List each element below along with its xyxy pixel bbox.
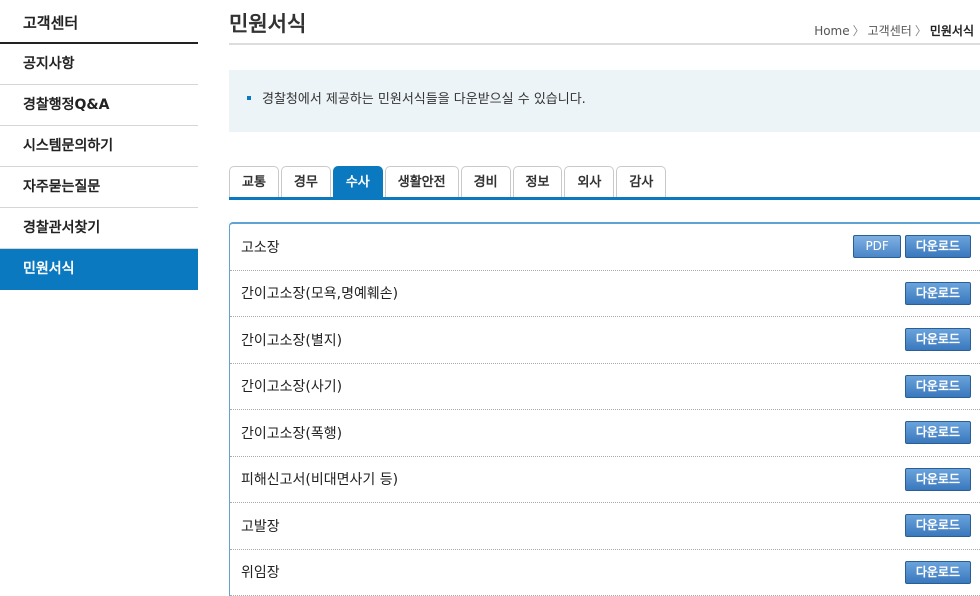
download-button[interactable]: 다운로드	[904, 560, 971, 584]
download-button[interactable]: 다운로드	[904, 374, 971, 398]
form-actions: 다운로드	[901, 374, 971, 398]
tab-public-safety[interactable]: 생활안전	[384, 166, 459, 198]
sidebar-item-notice[interactable]: 공지사항	[0, 44, 198, 85]
breadcrumb: Home 〉 고객센터 〉 민원서식	[814, 22, 974, 39]
sidebar: 고객센터 공지사항 경찰행정Q&A 시스템문의하기 자주묻는질문 경찰관서찾기 …	[0, 0, 198, 290]
breadcrumb-current: 민원서식	[929, 24, 974, 38]
form-title: 간이고소장(모욕,명예훼손)	[241, 286, 399, 303]
download-button[interactable]: 다운로드	[904, 328, 971, 352]
form-actions: 다운로드	[901, 421, 971, 445]
tab-audit[interactable]: 감사	[616, 166, 667, 198]
sidebar-item-faq[interactable]: 자주묻는질문	[0, 167, 198, 208]
list-item: 피해신고서(비대면사기 등) 다운로드	[230, 457, 980, 503]
form-actions: 다운로드	[901, 560, 971, 584]
breadcrumb-home[interactable]: Home	[814, 24, 849, 38]
form-title: 고소장	[241, 239, 280, 256]
list-item: 간이고소장(폭행) 다운로드	[230, 410, 980, 457]
bullet-icon	[247, 95, 251, 100]
form-actions: 다운로드	[901, 467, 971, 491]
download-button[interactable]: 다운로드	[904, 514, 971, 538]
tab-foreign-affairs[interactable]: 외사	[564, 166, 615, 198]
download-button[interactable]: 다운로드	[904, 421, 971, 445]
info-text: 경찰청에서 제공하는 민원서식들을 다운받으실 수 있습니다.	[262, 92, 586, 107]
tab-traffic[interactable]: 교통	[229, 166, 279, 198]
sidebar-item-find-station[interactable]: 경찰관서찾기	[0, 208, 198, 249]
breadcrumb-separator-icon: 〉	[914, 24, 927, 38]
form-actions: 다운로드	[901, 514, 971, 538]
form-title: 간이고소장(폭행)	[241, 425, 343, 442]
tab-police-affairs[interactable]: 경무	[280, 166, 331, 198]
list-item: 고발장 다운로드	[230, 503, 980, 550]
tab-investigation[interactable]: 수사	[332, 166, 383, 198]
form-title: 위임장	[241, 565, 280, 582]
form-title: 피해신고서(비대면사기 등)	[241, 472, 399, 489]
page-title: 민원서식	[229, 12, 307, 36]
tab-security[interactable]: 경비	[460, 166, 511, 198]
list-item: 간이고소장(사기) 다운로드	[230, 364, 980, 410]
list-item: 간이고소장(별지) 다운로드	[230, 317, 980, 364]
sidebar-item-civil-forms[interactable]: 민원서식	[0, 249, 198, 290]
list-item: 위임장 다운로드	[230, 550, 980, 596]
form-title: 간이고소장(사기)	[241, 379, 343, 396]
download-button[interactable]: 다운로드	[904, 235, 971, 259]
form-title: 고발장	[241, 518, 280, 535]
info-box: 경찰청에서 제공하는 민원서식들을 다운받으실 수 있습니다.	[229, 70, 980, 132]
sidebar-item-qna[interactable]: 경찰행정Q&A	[0, 85, 198, 126]
tab-intelligence[interactable]: 정보	[512, 166, 563, 198]
list-item: 고소장 PDF 다운로드	[230, 224, 980, 271]
breadcrumb-customer-center[interactable]: 고객센터	[868, 24, 912, 38]
list-item: 간이고소장(모욕,명예훼손) 다운로드	[230, 271, 980, 317]
tab-underline	[229, 197, 980, 200]
breadcrumb-separator-icon: 〉	[852, 24, 865, 38]
category-tabs: 교통 경무 수사 생활안전 경비 정보 외사 감사	[229, 166, 668, 198]
download-button[interactable]: 다운로드	[904, 281, 971, 305]
form-actions: PDF 다운로드	[849, 235, 971, 259]
sidebar-title: 고객센터	[0, 0, 198, 44]
sidebar-item-system-inquiry[interactable]: 시스템문의하기	[0, 126, 198, 167]
form-actions: 다운로드	[901, 328, 971, 352]
download-button[interactable]: 다운로드	[904, 467, 971, 491]
form-actions: 다운로드	[901, 281, 971, 305]
header-divider	[229, 43, 980, 45]
pdf-button[interactable]: PDF	[853, 235, 901, 259]
form-list: 고소장 PDF 다운로드 간이고소장(모욕,명예훼손) 다운로드 간이고소장(별…	[229, 222, 980, 596]
form-title: 간이고소장(별지)	[241, 332, 343, 349]
